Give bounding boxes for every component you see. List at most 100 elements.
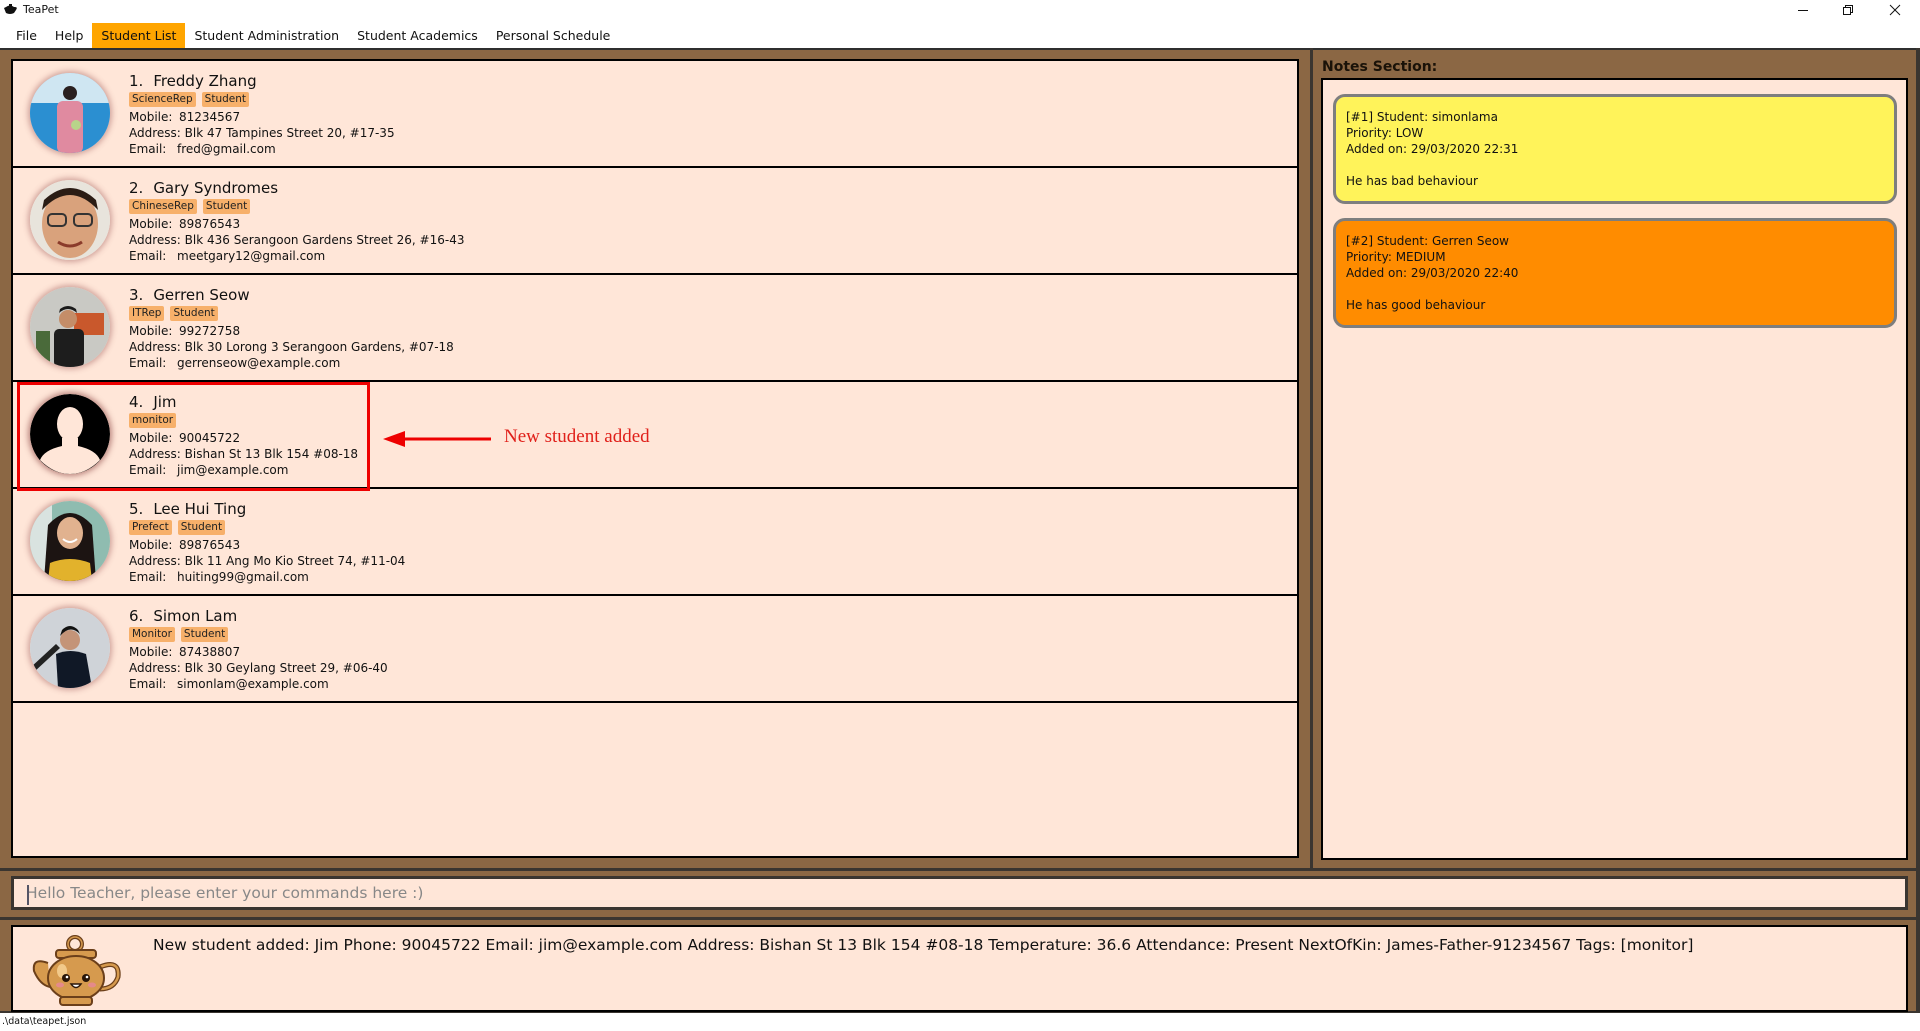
student-photo-icon	[30, 180, 110, 260]
avatar	[30, 73, 110, 153]
note-date: Added on: 29/03/2020 22:31	[1346, 142, 1519, 156]
student-name-text: Gary Syndromes	[153, 179, 279, 197]
note-header: [#1] Student: simonlama	[1346, 110, 1498, 124]
student-name-text: Freddy Zhang	[153, 72, 257, 90]
email-value: huiting99@gmail.com	[177, 570, 309, 584]
email-value: simonlam@example.com	[177, 677, 329, 691]
email-label: Email:	[129, 249, 167, 263]
student-name: 6. Simon Lam	[129, 606, 388, 626]
student-index: 5.	[129, 500, 144, 518]
mobile-field: Mobile: 89876543	[129, 537, 405, 553]
student-card[interactable]: 2. Gary Syndromes ChineseRep Student Mobi…	[13, 168, 1297, 275]
command-input[interactable]	[14, 879, 1905, 907]
tab-student-administration[interactable]: Student Administration	[185, 23, 348, 48]
address-value: Blk 11 Ang Mo Kio Street 74, #11-04	[184, 554, 406, 568]
email-label: Email:	[129, 356, 167, 370]
student-card[interactable]: 3. Gerren Seow ITRep Student Mobile: 99272…	[13, 275, 1297, 382]
student-name-text: Gerren Seow	[153, 286, 250, 304]
mobile-label: Mobile:	[129, 324, 173, 338]
new-student-highlight	[17, 382, 370, 491]
note-priority: Priority: MEDIUM	[1346, 250, 1446, 264]
tag: Student	[177, 520, 226, 535]
command-box	[11, 876, 1908, 910]
notes-section-title: Notes Section:	[1322, 59, 1438, 75]
student-name: 5. Lee Hui Ting	[129, 499, 405, 519]
address-field: Address: Blk 30 Lorong 3 Serangoon Garde…	[129, 339, 454, 355]
student-card[interactable]: 1. Freddy Zhang ScienceRep Student Mobile…	[13, 61, 1297, 168]
avatar	[30, 180, 110, 260]
student-info: 5. Lee Hui Ting Prefect Student Mobile: 89…	[129, 499, 405, 585]
student-card[interactable]: 6. Simon Lam Monitor Student Mobile: 87438…	[13, 596, 1297, 703]
close-icon	[1889, 4, 1901, 16]
mobile-value: 89876543	[179, 217, 241, 231]
annotation-label: New student added	[504, 426, 650, 447]
mobile-label: Mobile:	[129, 538, 173, 552]
address-label: Address:	[129, 661, 181, 675]
email-field: Email: simonlam@example.com	[129, 676, 388, 692]
tag-list: ITRep Student	[129, 306, 454, 321]
minimize-button[interactable]	[1780, 0, 1826, 20]
email-field: Email: meetgary12@gmail.com	[129, 248, 464, 264]
title-bar: TeaPet	[0, 0, 1920, 20]
student-card[interactable]: 5. Lee Hui Ting Prefect Student Mobile: 89…	[13, 489, 1297, 596]
note-body: He has good behaviour	[1346, 298, 1486, 312]
tag-list: Monitor Student	[129, 627, 388, 642]
tab-student-academics[interactable]: Student Academics	[348, 23, 487, 48]
restore-icon	[1843, 5, 1853, 15]
tag: ChineseRep	[129, 199, 197, 214]
email-value: meetgary12@gmail.com	[177, 249, 326, 263]
tag-list: ChineseRep Student	[129, 199, 464, 214]
divider	[0, 868, 1920, 871]
mobile-field: Mobile: 81234567	[129, 109, 395, 125]
note-card-medium[interactable]: [#2] Student: Gerren Seow Priority: MEDI…	[1333, 218, 1897, 328]
note-body: He has bad behaviour	[1346, 174, 1478, 188]
student-photo-icon	[30, 73, 110, 153]
address-value: Blk 30 Lorong 3 Serangoon Gardens, #07-1…	[184, 340, 454, 354]
student-name: 3. Gerren Seow	[129, 285, 454, 305]
student-index: 2.	[129, 179, 144, 197]
student-name: 1. Freddy Zhang	[129, 71, 395, 91]
notes-panel[interactable]: [#1] Student: simonlama Priority: LOW Ad…	[1321, 78, 1908, 860]
mobile-label: Mobile:	[129, 217, 173, 231]
note-date: Added on: 29/03/2020 22:40	[1346, 266, 1519, 280]
tag: ITRep	[129, 306, 165, 321]
tag: Student	[170, 306, 218, 321]
close-button[interactable]	[1872, 0, 1918, 20]
teapot-app-icon	[4, 4, 17, 14]
student-name-text: Lee Hui Ting	[153, 500, 247, 518]
restore-button[interactable]	[1825, 0, 1871, 20]
frame-edge	[1916, 48, 1920, 1013]
tab-personal-schedule[interactable]: Personal Schedule	[487, 23, 620, 48]
avatar	[30, 501, 110, 581]
student-index: 1.	[129, 72, 144, 90]
student-index: 6.	[129, 607, 144, 625]
status-bar-file-path: .\data\teapet.json	[2, 1016, 87, 1027]
avatar	[30, 608, 110, 688]
address-field: Address: Blk 436 Serangoon Gardens Stree…	[129, 232, 464, 248]
student-name: 2. Gary Syndromes	[129, 178, 464, 198]
email-field: Email: huiting99@gmail.com	[129, 569, 405, 585]
student-info: 6. Simon Lam Monitor Student Mobile: 87438…	[129, 606, 388, 692]
tag: Prefect	[129, 520, 172, 535]
address-label: Address:	[129, 554, 181, 568]
arrow-left-icon	[383, 431, 491, 447]
email-label: Email:	[129, 142, 167, 156]
tag: Student	[201, 92, 249, 107]
address-label: Address:	[129, 126, 181, 140]
text-cursor	[27, 885, 29, 905]
split-pane-divider[interactable]	[1310, 48, 1313, 868]
minimize-icon	[1798, 10, 1808, 11]
menu-help[interactable]: Help	[46, 23, 93, 48]
mobile-value: 81234567	[179, 110, 241, 124]
result-message: New student added: Jim Phone: 90045722 E…	[153, 936, 1694, 954]
result-display: New student added: Jim Phone: 90045722 E…	[11, 925, 1908, 1012]
note-header: [#2] Student: Gerren Seow	[1346, 234, 1509, 248]
menu-file[interactable]: File	[7, 23, 46, 48]
tab-student-list[interactable]: Student List	[92, 23, 186, 48]
mobile-label: Mobile:	[129, 645, 173, 659]
mobile-field: Mobile: 87438807	[129, 644, 388, 660]
divider	[0, 917, 1920, 920]
note-card-low[interactable]: [#1] Student: simonlama Priority: LOW Ad…	[1333, 94, 1897, 204]
mobile-field: Mobile: 99272758	[129, 323, 454, 339]
student-photo-icon	[30, 501, 110, 581]
